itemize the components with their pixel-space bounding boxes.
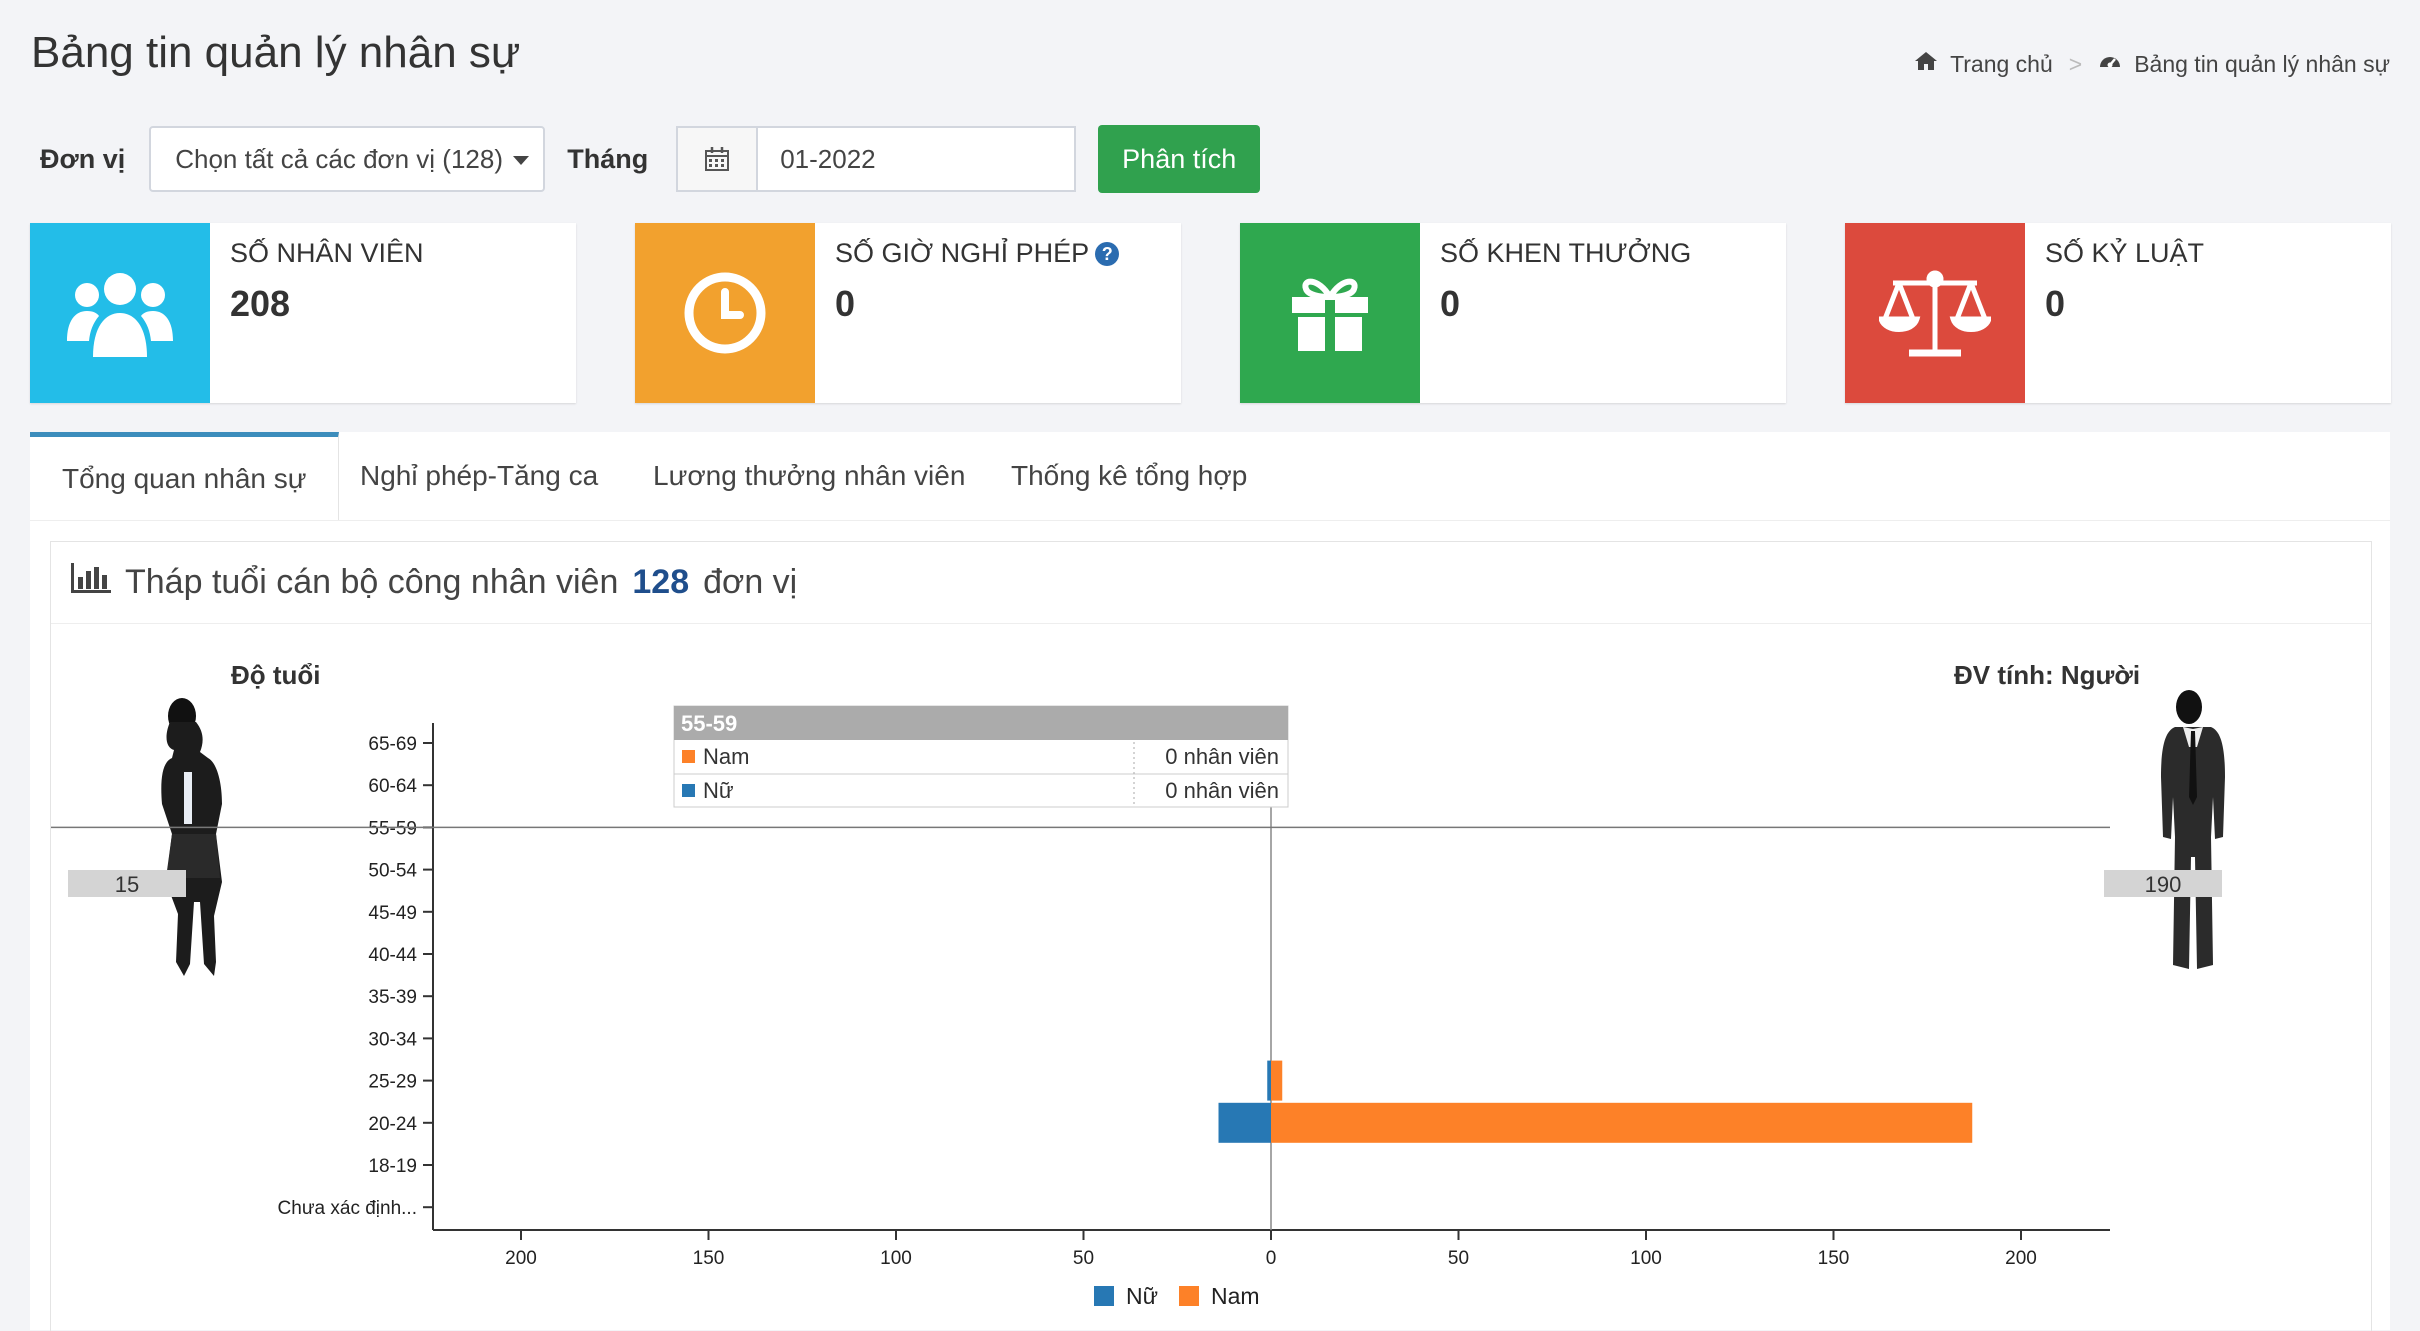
- y-tick-label: 35-39: [368, 987, 417, 1008]
- discipline-card: SỐ KỶ LUẬT 0: [1845, 223, 2391, 403]
- card-title: SỐ KHEN THƯỞNG: [1440, 238, 1692, 268]
- employee-count-card: SỐ NHÂN VIÊN 208: [30, 223, 576, 403]
- legend-swatch-nam: [1179, 1286, 1199, 1306]
- legend-label-nu: Nữ: [1126, 1283, 1158, 1309]
- tooltip-row-name: Nam: [703, 744, 749, 769]
- month-input[interactable]: 01-2022: [758, 126, 1077, 192]
- tab-salary-bonus[interactable]: Lương thưởng nhân viên: [653, 432, 965, 520]
- unit-select-value: Chọn tất cả các đơn vị (128): [175, 143, 503, 174]
- card-value: 0: [835, 283, 856, 324]
- female-total: 15: [115, 872, 139, 897]
- card-value: 0: [1440, 283, 1461, 324]
- y-tick-label: 65-69: [368, 734, 417, 755]
- x-tick-label: 100: [880, 1248, 912, 1269]
- y-tick-label: 25-29: [368, 1072, 417, 1093]
- breadcrumb-current: Bảng tin quản lý nhân sự: [2134, 50, 2390, 77]
- clock-icon: [635, 223, 815, 403]
- unit-label: Đơn vị: [40, 143, 126, 174]
- bar-male: [1271, 1060, 1283, 1101]
- calendar-icon[interactable]: [676, 126, 759, 192]
- month-picker: 01-2022: [676, 126, 1077, 192]
- bar-female: [1267, 1060, 1271, 1101]
- legend-label-nam: Nam: [1211, 1283, 1260, 1309]
- tooltip-swatch-nu: [682, 784, 695, 797]
- age-pyramid-chart: 15 190 65-69 60-64 55-59 50-54 45-49 40-44 35-…: [51, 690, 2225, 1309]
- tab-leave-overtime[interactable]: Nghỉ phép-Tăng ca: [360, 432, 598, 520]
- x-tick-label: 200: [2005, 1248, 2037, 1269]
- gift-icon: [1240, 223, 1420, 403]
- home-icon: [1914, 50, 1938, 78]
- unit-select[interactable]: Chọn tất cả các đơn vị (128): [149, 126, 546, 192]
- chart-tooltip: 55-59 Nam 0 nhân viên Nữ 0 nhân viên: [673, 705, 1289, 808]
- y-tick-label: 45-49: [368, 903, 417, 924]
- bar-female: [1218, 1102, 1271, 1143]
- y-tick-label: Chưa xác định...: [278, 1198, 417, 1219]
- balance-scale-icon: [1845, 223, 2025, 403]
- chevron-down-icon: [513, 156, 530, 165]
- tab-summary-stats[interactable]: Thống kê tổng hợp: [1011, 432, 1247, 520]
- legend-swatch-nu: [1094, 1286, 1114, 1306]
- card-title: SỐ KỶ LUẬT: [2045, 238, 2205, 268]
- x-tick-label: 100: [1630, 1248, 1662, 1269]
- x-tick-label: 50: [1448, 1248, 1469, 1269]
- tooltip-swatch-nam: [682, 750, 695, 763]
- tooltip-row-value: 0 nhân viên: [1165, 778, 1279, 803]
- tabs-panel: Tổng quan nhân sự Nghỉ phép-Tăng ca Lươn…: [30, 432, 2390, 1331]
- x-tick-label: 150: [1818, 1248, 1850, 1269]
- filter-bar: Đơn vị Chọn tất cả các đơn vị (128) Thán…: [40, 125, 1261, 193]
- x-tick-label: 0: [1266, 1248, 1277, 1269]
- y-tick-label: 60-64: [368, 776, 417, 797]
- dashboard-icon: [2098, 50, 2122, 78]
- month-label: Tháng: [567, 143, 649, 174]
- analyze-button[interactable]: Phân tích: [1098, 125, 1261, 193]
- y-tick-label: 30-34: [368, 1029, 417, 1050]
- card-title: SỐ NHÂN VIÊN: [230, 238, 424, 268]
- tab-bar: Tổng quan nhân sự Nghỉ phép-Tăng ca Lươn…: [30, 432, 2390, 521]
- card-title-text: SỐ GIỜ NGHỈ PHÉP: [835, 238, 1090, 268]
- y-tick-label: 55-59: [368, 818, 417, 839]
- help-icon[interactable]: ?: [1095, 241, 1120, 266]
- female-silhouette: [161, 698, 222, 976]
- y-tick-label: 20-24: [368, 1114, 417, 1135]
- tooltip-row-value: 0 nhân viên: [1165, 744, 1279, 769]
- tooltip-row-name: Nữ: [703, 778, 734, 803]
- x-tick-label: 50: [1073, 1248, 1094, 1269]
- x-tick-label: 200: [505, 1248, 537, 1269]
- breadcrumb-separator: >: [2068, 50, 2083, 77]
- bar-male: [1271, 1102, 1973, 1143]
- page-title: Bảng tin quản lý nhân sự: [31, 28, 521, 77]
- x-tick-label: 150: [693, 1248, 725, 1269]
- rewards-card: SỐ KHEN THƯỞNG 0: [1240, 223, 1786, 403]
- age-pyramid-box: Tháp tuổi cán bộ công nhân viên 128 đơn …: [50, 541, 2372, 1331]
- card-value: 208: [230, 283, 291, 324]
- y-tick-label: 50-54: [368, 861, 417, 882]
- y-tick-label: 40-44: [368, 945, 417, 966]
- card-value: 0: [2045, 283, 2066, 324]
- male-silhouette: [2161, 690, 2225, 969]
- leave-hours-card: SỐ GIỜ NGHỈ PHÉP ? 0: [635, 223, 1181, 403]
- tab-overview[interactable]: Tổng quan nhân sự: [30, 432, 340, 520]
- y-tick-label: 18-19: [368, 1156, 417, 1177]
- breadcrumb-home-link[interactable]: Trang chủ: [1950, 51, 2053, 78]
- tooltip-title: 55-59: [681, 711, 737, 736]
- breadcrumb: Trang chủ > Bảng tin quản lý nhân sự: [1914, 50, 2390, 78]
- male-total: 190: [2145, 872, 2182, 897]
- users-icon: [30, 223, 210, 403]
- card-title: SỐ GIỜ NGHỈ PHÉP ?: [835, 238, 1120, 269]
